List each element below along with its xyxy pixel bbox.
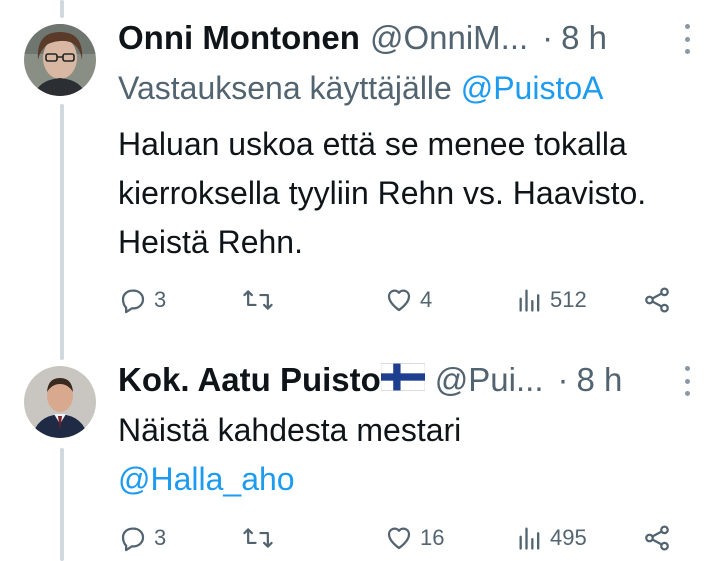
reply-button[interactable]: 3 bbox=[118, 520, 166, 556]
tweet-text: Haluan uskoa että se menee tokalla kierr… bbox=[118, 126, 647, 260]
tweet-text-line: Näistä kahdesta mestari bbox=[118, 412, 462, 448]
timestamp[interactable]: 8 h bbox=[577, 361, 623, 399]
author-name[interactable]: Onni Montonen bbox=[118, 19, 360, 57]
separator-dot: · bbox=[542, 19, 554, 56]
mention-link[interactable]: @Halla_aho bbox=[118, 455, 698, 504]
like-button[interactable]: 4 bbox=[384, 282, 432, 318]
retweet-icon bbox=[243, 528, 273, 548]
tweet-2-header: Kok. Aatu Puisto @Pui... · 8 h bbox=[118, 360, 690, 400]
thread-line-top bbox=[60, 0, 64, 18]
reply-count: 3 bbox=[154, 287, 167, 312]
replying-handle-link[interactable]: @PuistoA bbox=[461, 70, 604, 106]
tweet-2-actions: 3 16 495 bbox=[118, 520, 688, 556]
like-icon bbox=[387, 289, 411, 312]
author-handle[interactable]: @OnniM... bbox=[370, 19, 528, 57]
share-button[interactable] bbox=[642, 282, 672, 318]
like-count: 4 bbox=[420, 287, 433, 312]
tweet-1-header: Onni Montonen @OnniM... · 8 h bbox=[118, 18, 690, 58]
more-icon[interactable] bbox=[684, 24, 690, 54]
separator-dot: · bbox=[557, 361, 569, 398]
share-icon bbox=[645, 525, 669, 551]
views-icon bbox=[519, 527, 540, 550]
avatar-onni[interactable] bbox=[24, 24, 96, 96]
timestamp[interactable]: 8 h bbox=[561, 19, 607, 57]
share-icon bbox=[645, 287, 669, 313]
views-button[interactable]: 495 bbox=[516, 520, 587, 556]
like-button[interactable]: 16 bbox=[384, 520, 444, 556]
avatar-aatu[interactable] bbox=[24, 366, 96, 438]
reply-count: 3 bbox=[154, 525, 167, 550]
retweet-button[interactable] bbox=[242, 282, 280, 318]
tweet-1-actions: 3 4 512 bbox=[118, 282, 688, 318]
like-count: 16 bbox=[420, 525, 445, 550]
views-count: 495 bbox=[550, 525, 587, 550]
finland-flag-icon bbox=[380, 363, 425, 391]
retweet-button[interactable] bbox=[242, 520, 280, 556]
retweet-icon bbox=[243, 290, 273, 310]
views-icon bbox=[519, 289, 540, 312]
thread-line-connector bbox=[60, 104, 64, 360]
views-button[interactable]: 512 bbox=[516, 282, 587, 318]
thread-line-bottom bbox=[60, 448, 64, 561]
tweet-text: Näistä kahdesta mestari @Halla_aho bbox=[118, 406, 698, 504]
author-name[interactable]: Kok. Aatu Puisto bbox=[118, 361, 381, 399]
more-icon[interactable] bbox=[684, 366, 690, 396]
reply-button[interactable]: 3 bbox=[118, 282, 166, 318]
author-handle[interactable]: @Pui... bbox=[435, 361, 544, 399]
replying-prefix: Vastauksena käyttäjälle bbox=[118, 70, 452, 106]
reply-icon bbox=[121, 527, 145, 552]
views-count: 512 bbox=[550, 287, 587, 312]
like-icon bbox=[387, 527, 411, 550]
share-button[interactable] bbox=[642, 520, 672, 556]
reply-icon bbox=[121, 289, 145, 314]
replying-to: Vastauksena käyttäjälle @PuistoA bbox=[118, 70, 603, 107]
